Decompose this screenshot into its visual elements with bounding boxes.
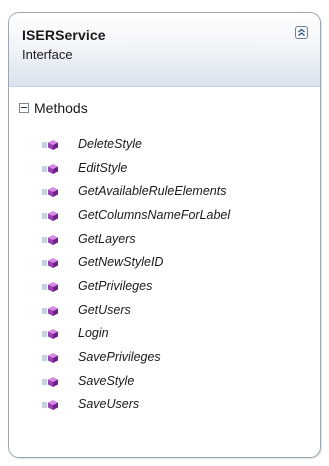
double-chevron-up-icon (298, 28, 305, 36)
class-stereotype: Interface (22, 47, 73, 62)
method-item[interactable]: GetColumnsNameForLabel (42, 203, 230, 227)
method-purple-cube-icon (42, 209, 62, 221)
method-item[interactable]: SaveStyle (42, 369, 230, 393)
class-header: ISERService Interface (9, 13, 320, 87)
method-purple-cube-icon (42, 185, 62, 198)
method-item[interactable]: GetLayers (42, 227, 230, 251)
method-name: GetAvailableRuleElements (78, 184, 227, 199)
class-title: ISERService (22, 27, 106, 43)
method-item[interactable]: GetAvailableRuleElements (42, 179, 230, 203)
method-purple-cube-icon (42, 233, 62, 245)
method-item[interactable]: Login (42, 322, 230, 346)
method-purple-cube-icon (42, 375, 62, 387)
method-name: EditStyle (78, 160, 128, 175)
method-purple-cube-icon (42, 398, 62, 411)
method-purple-cube-icon (42, 327, 62, 340)
method-purple-cube-icon (42, 351, 62, 364)
method-item[interactable]: GetUsers (42, 298, 230, 322)
method-name: GetLayers (78, 231, 136, 246)
method-item[interactable]: GetPrivileges (42, 274, 230, 298)
method-item[interactable]: SavePrivileges (42, 345, 230, 369)
method-item[interactable]: DeleteStyle (42, 132, 230, 156)
method-purple-cube-icon (42, 256, 62, 269)
method-item[interactable]: EditStyle (42, 156, 230, 180)
method-purple-cube-icon (42, 280, 62, 292)
method-purple-cube-icon (42, 162, 62, 174)
method-name: SavePrivileges (78, 350, 161, 365)
methods-section-label: Methods (34, 100, 88, 116)
method-name: GetNewStyleID (78, 255, 164, 270)
collapse-toggle-icon[interactable] (19, 103, 29, 113)
method-purple-cube-icon (42, 138, 62, 150)
method-name: GetPrivileges (78, 278, 153, 293)
method-item[interactable]: GetNewStyleID (42, 250, 230, 274)
method-name: SaveStyle (78, 373, 135, 388)
interface-class-box: ISERService Interface Methods DeleteStyl… (8, 12, 321, 458)
method-item[interactable]: SaveUsers (42, 393, 230, 417)
method-name: SaveUsers (78, 397, 140, 412)
method-name: DeleteStyle (78, 136, 142, 151)
method-name: GetColumnsNameForLabel (78, 207, 231, 222)
methods-section-header[interactable]: Methods (19, 100, 88, 116)
collapse-button[interactable] (295, 26, 308, 39)
method-list: DeleteStyle EditStyle GetAvailableRuleElem… (42, 132, 230, 416)
method-purple-cube-icon (42, 304, 62, 316)
method-name: GetUsers (78, 302, 131, 317)
method-name: Login (78, 326, 109, 341)
